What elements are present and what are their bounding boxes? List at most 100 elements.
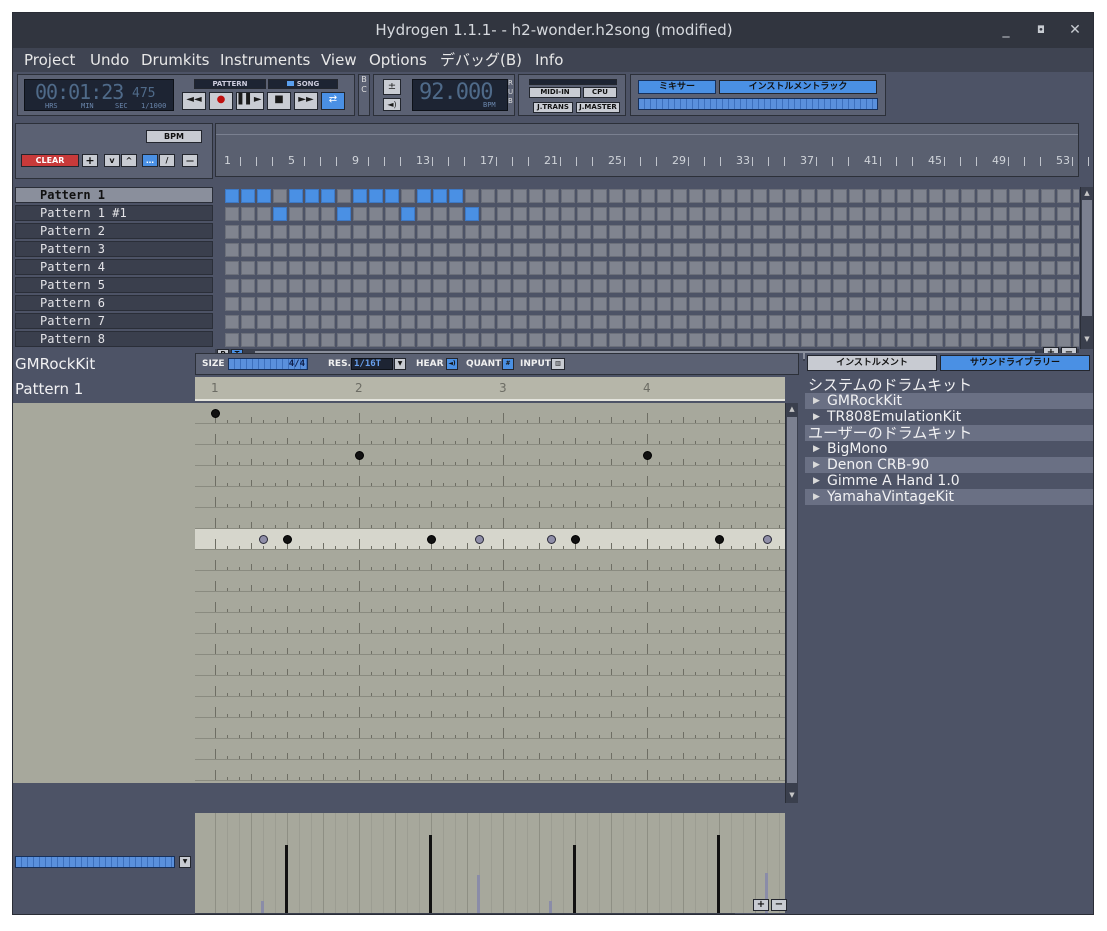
menu-view[interactable]: View xyxy=(321,50,357,70)
song-cell[interactable] xyxy=(337,297,351,311)
note-row[interactable] xyxy=(195,508,785,529)
song-cell[interactable] xyxy=(817,261,831,275)
song-cell[interactable] xyxy=(1057,243,1071,257)
song-cell[interactable] xyxy=(241,243,255,257)
song-cell[interactable] xyxy=(241,333,255,347)
song-vscroll-thumb[interactable] xyxy=(1082,200,1092,316)
song-cell[interactable] xyxy=(865,207,879,221)
song-cell[interactable] xyxy=(897,297,911,311)
song-cell[interactable] xyxy=(801,315,815,329)
pattern-hscroll[interactable] xyxy=(195,913,735,914)
song-cell[interactable] xyxy=(737,243,751,257)
song-cell[interactable] xyxy=(897,261,911,275)
song-cell[interactable] xyxy=(977,243,991,257)
song-cell[interactable] xyxy=(593,243,607,257)
menu-undo[interactable]: Undo xyxy=(90,50,129,70)
fast-forward-button[interactable]: ►► xyxy=(294,92,318,110)
song-cell[interactable] xyxy=(593,261,607,275)
song-cell[interactable] xyxy=(593,333,607,347)
song-cell[interactable] xyxy=(689,243,703,257)
song-cell[interactable] xyxy=(897,189,911,203)
song-cell[interactable] xyxy=(385,207,399,221)
instrument-tab[interactable]: インストルメント xyxy=(807,355,937,371)
song-cell[interactable] xyxy=(369,279,383,293)
song-cell[interactable] xyxy=(1073,243,1079,257)
song-cell[interactable] xyxy=(1073,225,1079,239)
song-cell[interactable] xyxy=(849,225,863,239)
song-cell[interactable] xyxy=(593,189,607,203)
song-cell[interactable] xyxy=(385,279,399,293)
song-cell[interactable] xyxy=(833,225,847,239)
song-cell[interactable] xyxy=(753,207,767,221)
song-cell[interactable] xyxy=(961,207,975,221)
song-cell[interactable] xyxy=(273,225,287,239)
note-row[interactable] xyxy=(195,718,785,739)
note-row[interactable] xyxy=(195,445,785,466)
song-cell[interactable] xyxy=(945,243,959,257)
song-cell[interactable] xyxy=(689,225,703,239)
song-cell[interactable] xyxy=(353,243,367,257)
song-cell[interactable] xyxy=(225,189,239,203)
song-cell[interactable] xyxy=(1057,207,1071,221)
song-cell[interactable] xyxy=(753,333,767,347)
song-cell[interactable] xyxy=(385,261,399,275)
velocity-editor[interactable] xyxy=(195,813,785,913)
song-cell[interactable] xyxy=(241,279,255,293)
song-cell[interactable] xyxy=(849,261,863,275)
song-cell[interactable] xyxy=(801,207,815,221)
song-cell[interactable] xyxy=(897,207,911,221)
song-cell[interactable] xyxy=(593,297,607,311)
song-cell[interactable] xyxy=(337,315,351,329)
song-cell[interactable] xyxy=(961,315,975,329)
song-cell[interactable] xyxy=(1057,225,1071,239)
kit-item-bigmono[interactable]: ▶ BigMono xyxy=(805,441,1093,457)
song-cell[interactable] xyxy=(513,243,527,257)
song-cell[interactable] xyxy=(785,279,799,293)
song-cell[interactable] xyxy=(497,333,511,347)
song-cell[interactable] xyxy=(513,261,527,275)
song-cell[interactable] xyxy=(913,261,927,275)
song-cell[interactable] xyxy=(673,189,687,203)
pattern-zoom-out-icon[interactable]: − xyxy=(771,899,787,911)
song-cell[interactable] xyxy=(1041,279,1055,293)
song-cell[interactable] xyxy=(993,189,1007,203)
song-cell[interactable] xyxy=(929,315,943,329)
song-cell[interactable] xyxy=(433,243,447,257)
kit-item-tr808[interactable]: ▶ TR808EmulationKit xyxy=(805,409,1093,425)
song-cell[interactable] xyxy=(1057,333,1071,347)
song-cell[interactable] xyxy=(257,243,271,257)
song-cell[interactable] xyxy=(609,333,623,347)
song-cell[interactable] xyxy=(321,261,335,275)
song-cell[interactable] xyxy=(465,225,479,239)
song-cell[interactable] xyxy=(513,315,527,329)
song-cell[interactable] xyxy=(481,279,495,293)
song-cell[interactable] xyxy=(241,225,255,239)
song-cell[interactable] xyxy=(433,189,447,203)
song-cell[interactable] xyxy=(433,261,447,275)
song-cell[interactable] xyxy=(769,189,783,203)
song-cell[interactable] xyxy=(1041,315,1055,329)
song-cell[interactable] xyxy=(769,225,783,239)
song-cell[interactable] xyxy=(1073,279,1079,293)
velocity-bar[interactable] xyxy=(573,845,576,913)
song-cell[interactable] xyxy=(545,297,559,311)
song-cell[interactable] xyxy=(449,297,463,311)
song-cell[interactable] xyxy=(737,315,751,329)
song-cell[interactable] xyxy=(881,315,895,329)
size-field[interactable]: 4/4 xyxy=(228,358,308,370)
song-cell[interactable] xyxy=(481,261,495,275)
song-cell[interactable] xyxy=(529,297,543,311)
song-cell[interactable] xyxy=(1025,225,1039,239)
song-cell[interactable] xyxy=(721,225,735,239)
song-cell[interactable] xyxy=(785,315,799,329)
song-cell[interactable] xyxy=(481,297,495,311)
song-cell[interactable] xyxy=(769,243,783,257)
song-cell[interactable] xyxy=(705,225,719,239)
song-cell[interactable] xyxy=(641,261,655,275)
song-cell[interactable] xyxy=(273,207,287,221)
song-cell[interactable] xyxy=(657,333,671,347)
song-cell[interactable] xyxy=(433,333,447,347)
song-cell[interactable] xyxy=(321,297,335,311)
song-cell[interactable] xyxy=(1009,207,1023,221)
song-cell[interactable] xyxy=(561,297,575,311)
